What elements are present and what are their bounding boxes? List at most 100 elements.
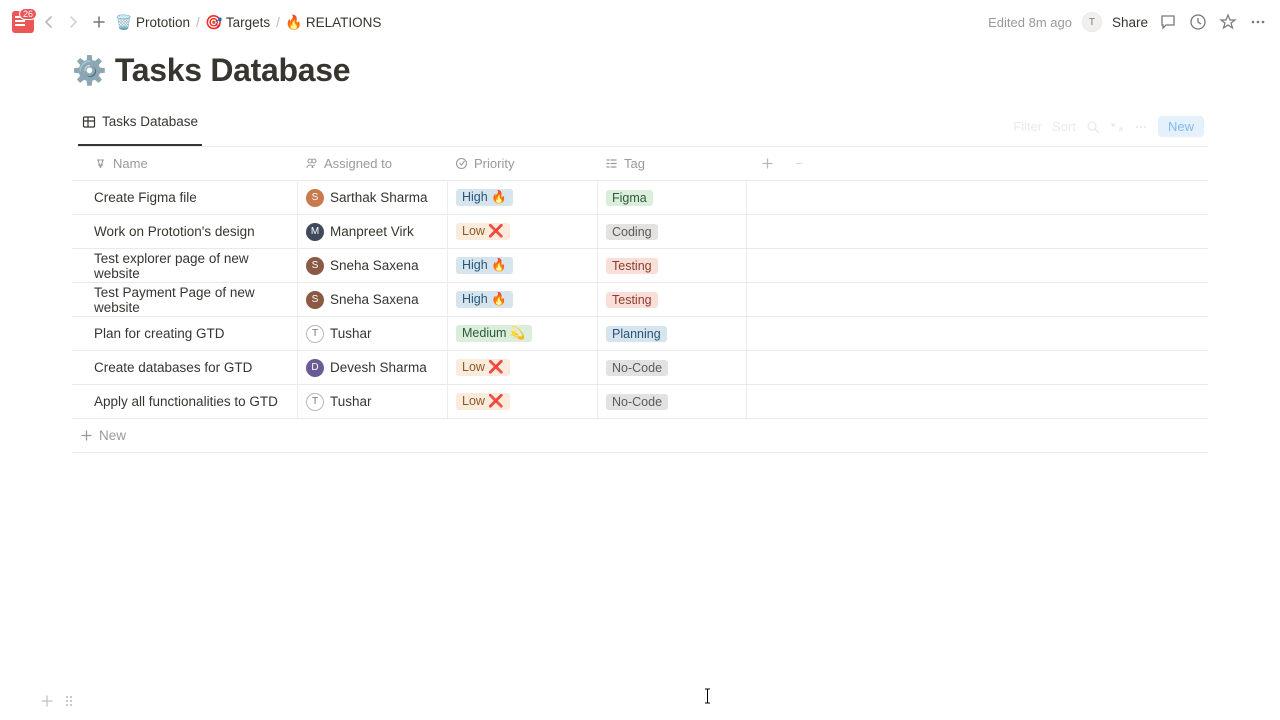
cell-assigned[interactable]: T Tushar [297,385,447,418]
cell-priority[interactable]: Low ❌ [447,215,597,248]
cell-tag[interactable]: No-Code [597,385,747,418]
topbar: 26 🗑️ Prototion / 🎯 Targets / 🔥 RELATION [0,0,1280,44]
col-name[interactable]: Name [72,156,297,171]
page-title[interactable]: Tasks Database [115,52,350,89]
col-label: Name [113,156,148,171]
table-icon [82,115,96,129]
page-body: ⚙️ Tasks Database Tasks Database Filter … [0,44,1280,453]
cell-name[interactable]: Plan for creating GTD [72,326,297,341]
breadcrumb-item-relations[interactable]: 🔥 RELATIONS [286,14,382,30]
sidebar-toggle-button[interactable]: 26 [12,11,34,33]
assignee-label: Manpreet Virk [330,224,414,239]
assignee-label: Devesh Sharma [330,360,427,375]
cell-name[interactable]: Create databases for GTD [72,360,297,375]
tab-tasks-database[interactable]: Tasks Database [78,107,202,146]
table-row[interactable]: Apply all functionalities to GTD T Tusha… [72,385,1208,419]
cell-assigned[interactable]: S Sneha Saxena [297,249,447,282]
table-row[interactable]: Create databases for GTD D Devesh Sharma… [72,351,1208,385]
target-icon: 🎯 [206,14,222,30]
add-block-button[interactable] [40,694,54,708]
topbar-left: 26 🗑️ Prototion / 🎯 Targets / 🔥 RELATION [12,11,980,33]
cell-name[interactable]: Test Payment Page of new website [72,285,297,315]
notification-badge: 26 [19,8,37,20]
col-assigned[interactable]: Assigned to [297,156,447,171]
search-icon[interactable] [1086,120,1100,134]
avatar: T [306,393,324,411]
cell-name[interactable]: Work on Prototion's design [72,224,297,239]
tag-pill: Coding [606,224,658,240]
col-priority[interactable]: Priority [447,156,597,171]
avatar: S [306,189,324,207]
cell-priority[interactable]: Low ❌ [447,351,597,384]
cell-tag[interactable]: Planning [597,317,747,350]
expand-icon[interactable] [1110,120,1124,134]
cell-assigned[interactable]: S Sarthak Sharma [297,181,447,214]
cell-priority[interactable]: Medium 💫 [447,317,597,350]
breadcrumb-label: Targets [226,15,270,30]
sort-button[interactable]: Sort [1052,119,1076,134]
multiselect-icon [605,157,618,170]
text-icon [94,157,107,170]
table-row[interactable]: Plan for creating GTD T Tushar Medium 💫 … [72,317,1208,351]
back-button[interactable] [40,15,58,29]
updates-icon[interactable] [1188,12,1208,32]
breadcrumb-item-targets[interactable]: 🎯 Targets [206,14,270,30]
cell-name[interactable]: Test explorer page of new website [72,251,297,281]
db-rows: Create Figma file S Sarthak Sharma High … [72,181,1208,419]
comments-icon[interactable] [1158,12,1178,32]
topbar-right: Edited 8m ago T Share [988,12,1268,32]
cell-assigned[interactable]: M Manpreet Virk [297,215,447,248]
table-row[interactable]: Create Figma file S Sarthak Sharma High … [72,181,1208,215]
priority-pill: Low ❌ [456,223,510,240]
table-row[interactable]: Work on Prototion's design M Manpreet Vi… [72,215,1208,249]
page-icon[interactable]: ⚙️ [72,54,107,87]
cell-name[interactable]: Apply all functionalities to GTD [72,394,297,409]
column-more-icon[interactable] [787,157,811,170]
cell-priority[interactable]: Low ❌ [447,385,597,418]
new-row-button[interactable]: New [72,419,1208,453]
drag-handle-icon[interactable] [64,694,74,708]
cell-priority[interactable]: High 🔥 [447,249,597,282]
filter-button[interactable]: Filter [1013,119,1042,134]
cell-assigned[interactable]: D Devesh Sharma [297,351,447,384]
cell-tag[interactable]: Figma [597,181,747,214]
title-row: ⚙️ Tasks Database [72,52,1208,89]
cell-tag[interactable]: Coding [597,215,747,248]
cell-tag[interactable]: Testing [597,283,747,316]
forward-button[interactable] [64,15,82,29]
cell-tag[interactable]: Testing [597,249,747,282]
add-column-button[interactable] [747,157,787,170]
assignee-label: Tushar [330,326,372,341]
priority-pill: High 🔥 [456,291,513,308]
assignee-label: Tushar [330,394,372,409]
cell-priority[interactable]: High 🔥 [447,283,597,316]
new-entry-button[interactable]: New [1158,116,1204,137]
view-tabs: Tasks Database Filter Sort New [78,107,1208,147]
cell-tag[interactable]: No-Code [597,351,747,384]
fire-icon: 🔥 [286,14,302,30]
table-row[interactable]: Test explorer page of new website S Sneh… [72,249,1208,283]
favorite-icon[interactable] [1218,12,1238,32]
col-tag[interactable]: Tag [597,156,747,171]
breadcrumb: 🗑️ Prototion / 🎯 Targets / 🔥 RELATIONS [116,14,381,30]
breadcrumb-separator: / [194,15,202,30]
more-icon[interactable] [1248,12,1268,32]
cell-assigned[interactable]: S Sneha Saxena [297,283,447,316]
share-button[interactable]: Share [1112,15,1148,30]
table-row[interactable]: Test Payment Page of new website S Sneha… [72,283,1208,317]
tag-pill: Testing [606,292,658,308]
tag-pill: Testing [606,258,658,274]
col-label: Tag [624,156,645,171]
avatar: S [306,257,324,275]
cell-name[interactable]: Create Figma file [72,190,297,205]
person-icon [305,157,318,170]
view-more-icon[interactable] [1134,120,1148,134]
col-label: Assigned to [324,156,392,171]
cell-assigned[interactable]: T Tushar [297,317,447,350]
cell-priority[interactable]: High 🔥 [447,181,597,214]
assignee-label: Sneha Saxena [330,258,419,273]
trash-icon: 🗑️ [116,14,132,30]
new-tab-button[interactable] [88,15,110,29]
presence-avatar[interactable]: T [1082,12,1102,32]
breadcrumb-item-prototion[interactable]: 🗑️ Prototion [116,14,190,30]
